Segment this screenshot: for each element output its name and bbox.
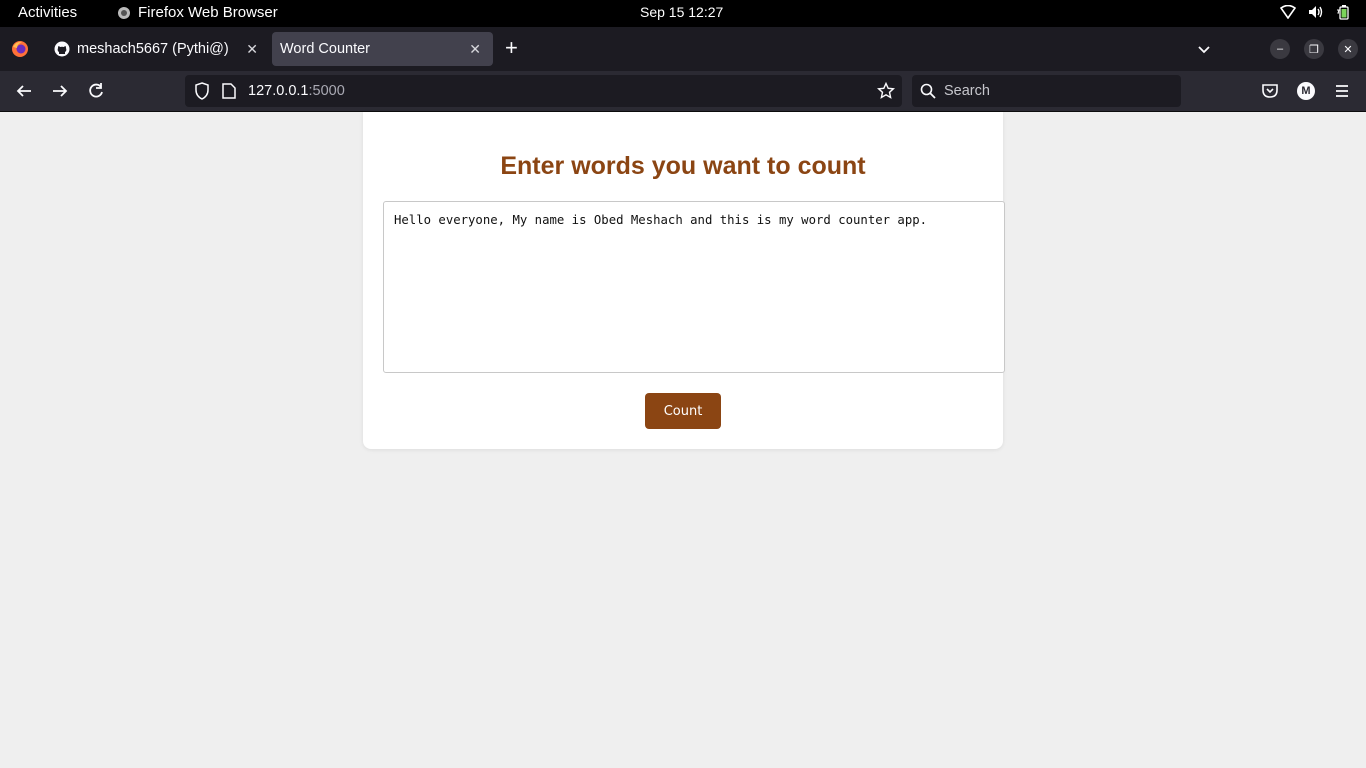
page-info-icon[interactable] [222, 83, 236, 99]
hamburger-menu-icon[interactable] [1332, 81, 1352, 101]
tab-title: Word Counter [280, 41, 370, 57]
reload-icon[interactable] [86, 81, 106, 101]
pocket-icon[interactable] [1260, 81, 1280, 101]
app-name-label: Firefox Web Browser [138, 4, 278, 21]
activities-button[interactable]: Activities [18, 4, 77, 21]
account-avatar[interactable]: M [1297, 82, 1315, 100]
tab-strip: meshach5667 (Pythi@) ✕ Word Counter ✕ + … [0, 27, 1366, 71]
word-counter-card: Enter words you want to count Hello ever… [363, 112, 1005, 449]
list-all-tabs-icon[interactable] [1196, 41, 1212, 57]
url-port: :5000 [308, 83, 345, 99]
url-text[interactable]: 127.0.0.1:5000 [248, 83, 345, 99]
restore-window-button[interactable]: ❐ [1304, 39, 1324, 59]
tab-title: meshach5667 (Pythi@) [77, 41, 229, 57]
github-icon [54, 41, 70, 57]
bookmark-star-icon[interactable] [877, 82, 895, 100]
search-bar[interactable]: Search [912, 75, 1181, 107]
new-tab-button[interactable]: + [505, 35, 518, 61]
tracking-protection-shield-icon[interactable] [194, 82, 210, 100]
wifi-icon [1280, 5, 1296, 19]
url-bar[interactable]: 127.0.0.1:5000 [185, 75, 902, 107]
search-icon [920, 83, 936, 99]
firefox-view-icon[interactable] [11, 40, 29, 58]
minimize-window-button[interactable]: – [1270, 39, 1290, 59]
close-window-button[interactable]: ✕ [1338, 39, 1358, 59]
firefox-app-icon [118, 6, 130, 19]
app-menu[interactable]: Firefox Web Browser [117, 4, 278, 21]
url-host: 127.0.0.1 [248, 83, 309, 99]
back-arrow-icon[interactable] [14, 81, 34, 101]
words-textarea[interactable]: Hello everyone, My name is Obed Meshach … [383, 201, 1005, 373]
system-top-bar: Activities Firefox Web Browser Sep 15 12… [0, 0, 1366, 27]
account-initial: M [1301, 85, 1311, 97]
system-tray[interactable] [1280, 4, 1352, 20]
clock[interactable]: Sep 15 12:27 [640, 4, 723, 20]
volume-icon [1309, 6, 1323, 18]
search-placeholder: Search [944, 83, 990, 99]
navigation-toolbar: 127.0.0.1:5000 Search M [0, 71, 1366, 112]
count-button[interactable]: Count [645, 393, 721, 429]
tab-github[interactable]: meshach5667 (Pythi@) ✕ [44, 32, 270, 66]
close-tab-icon[interactable]: ✕ [469, 41, 481, 58]
page-heading: Enter words you want to count [500, 152, 866, 180]
forward-arrow-icon[interactable] [50, 81, 70, 101]
close-tab-icon[interactable]: ✕ [246, 41, 258, 58]
tab-word-counter[interactable]: Word Counter ✕ [272, 32, 493, 66]
battery-icon [1337, 5, 1349, 20]
